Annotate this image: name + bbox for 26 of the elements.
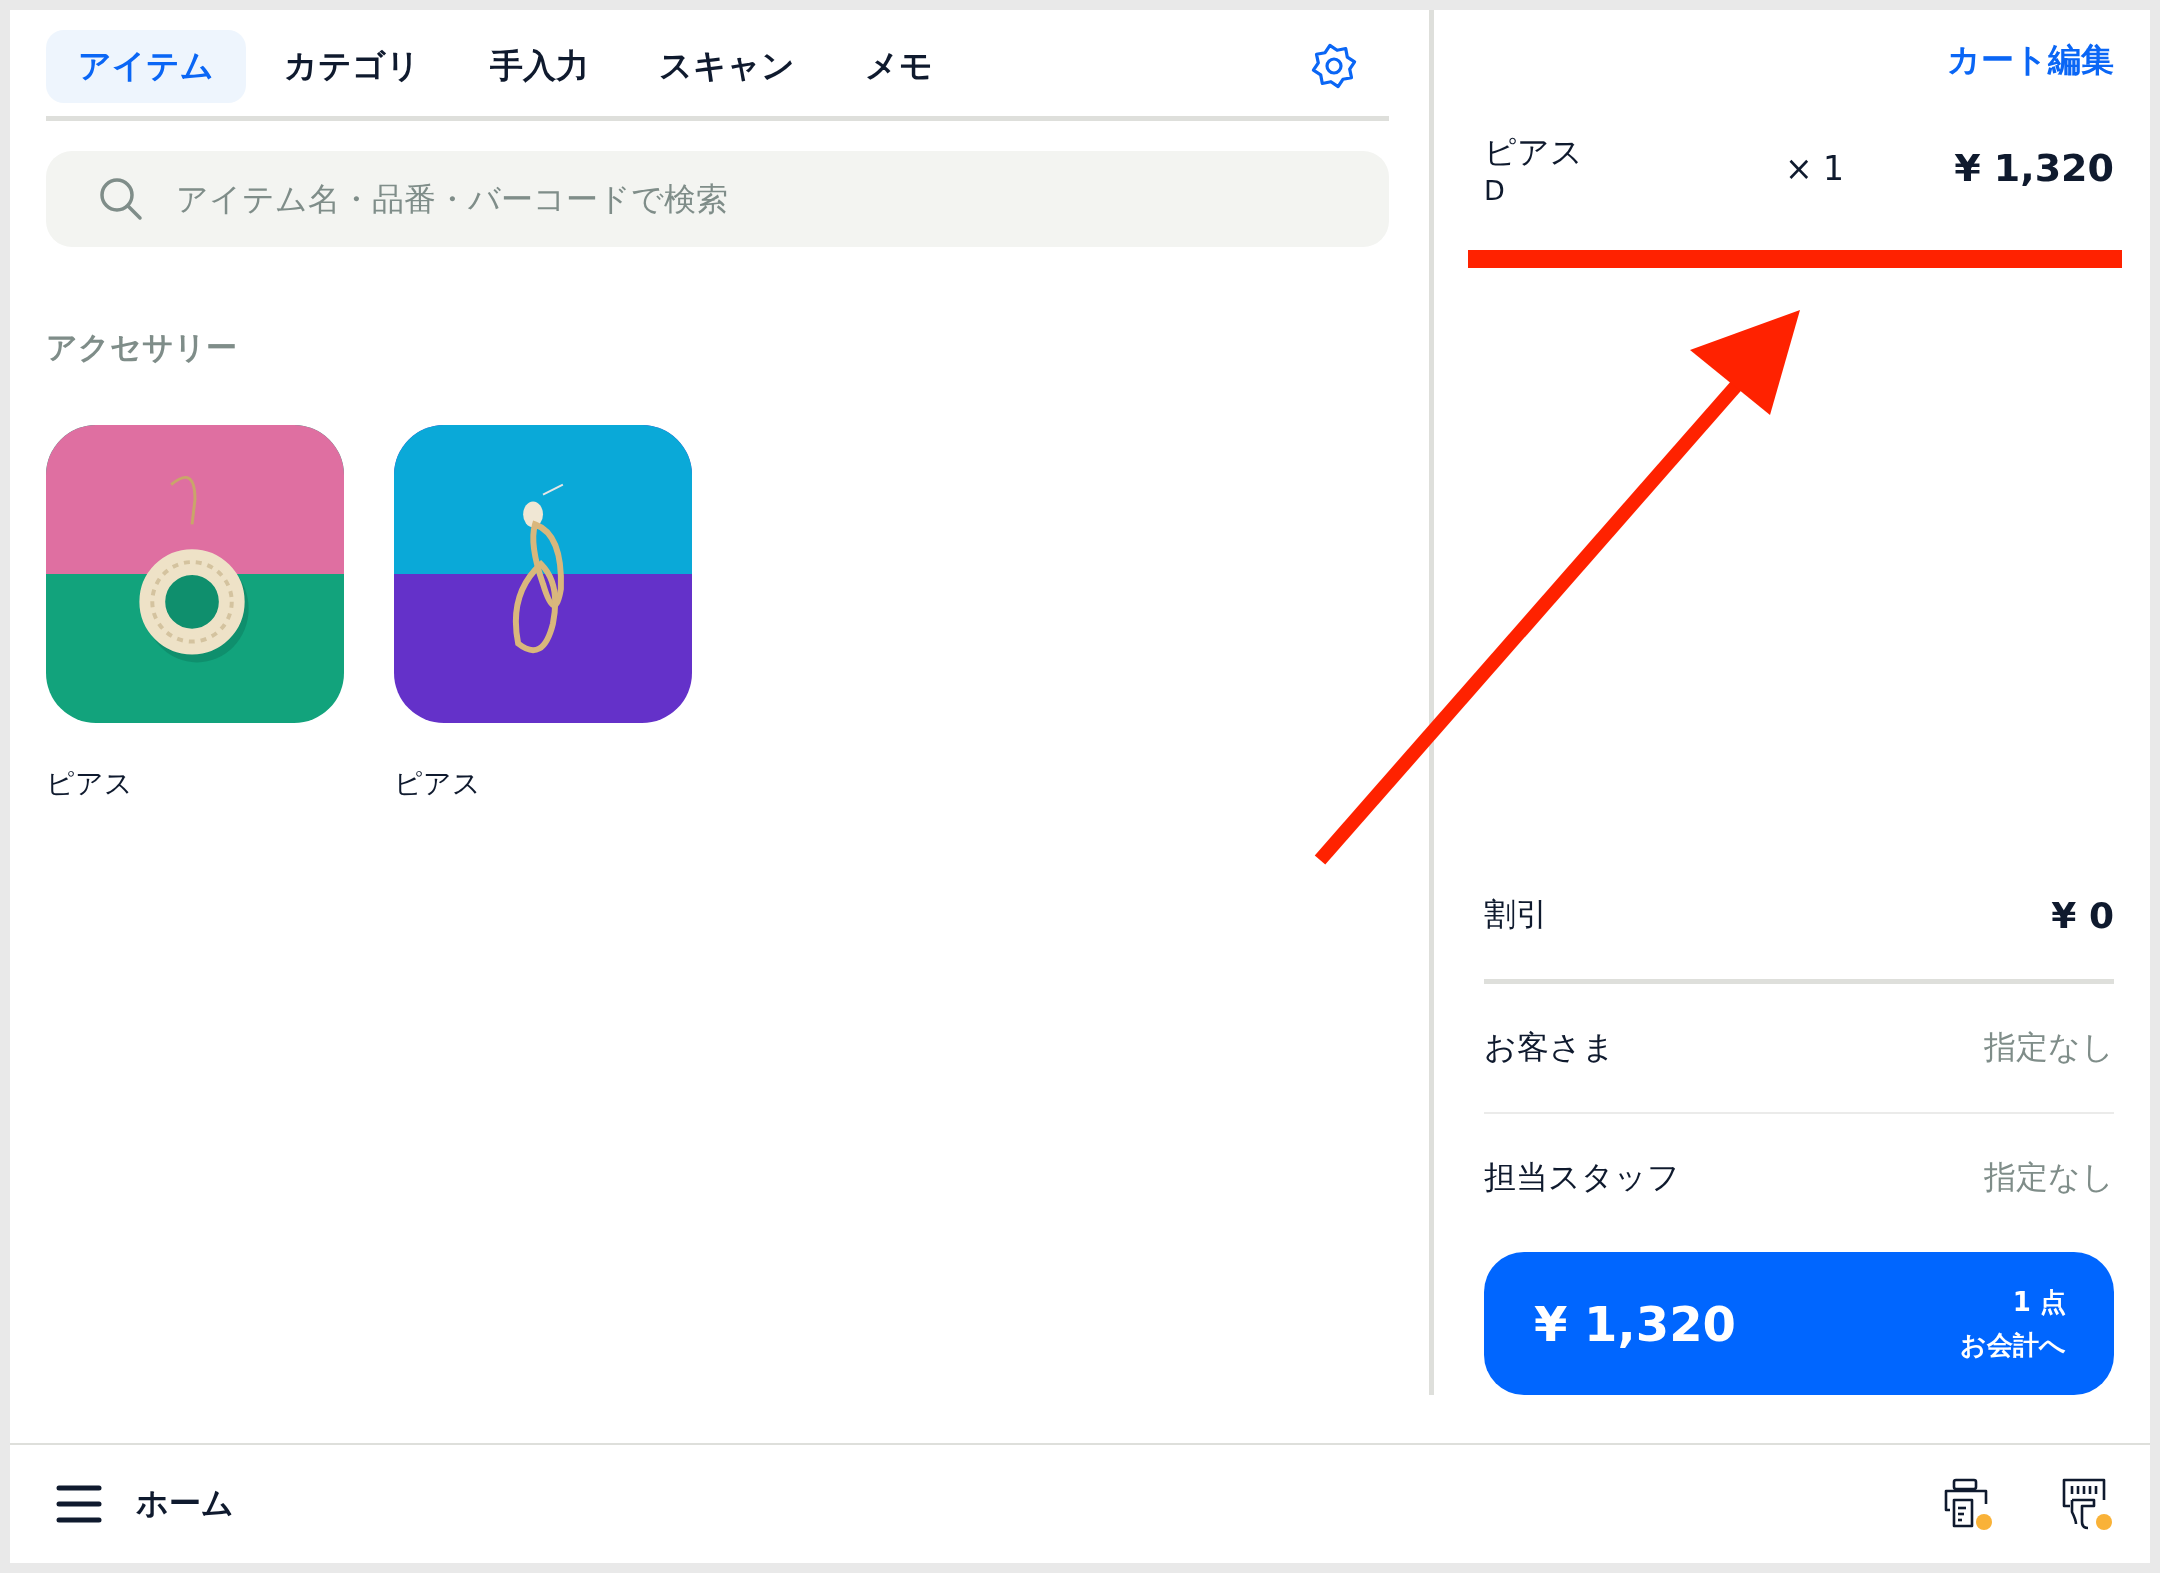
tab[interactable]: 手入力	[458, 29, 621, 103]
search-bar[interactable]: アイテム名・品番・バーコードで検索	[46, 151, 1389, 247]
staff-value: 指定なし	[1984, 1157, 2114, 1198]
staff-label: 担当スタッフ	[1484, 1157, 1680, 1198]
cart-item-price: ¥ 1,320	[1954, 146, 2114, 190]
checkout-button[interactable]: ¥ 1,320 1 点 お会計へ	[1484, 1252, 2114, 1395]
tab[interactable]: アイテム	[46, 29, 246, 103]
cart-item-variant: D	[1484, 174, 1506, 206]
search-field[interactable]: アイテム名・品番・バーコードで検索	[174, 179, 1389, 219]
item-name: ピアス	[394, 766, 482, 802]
menu-icon[interactable]	[56, 1484, 102, 1524]
customer-value: 指定なし	[1984, 1027, 2114, 1068]
section-title: アクセサリー	[46, 328, 238, 367]
edit-cart-link[interactable]: カート編集	[1947, 38, 2114, 83]
tab[interactable]: スキャン	[627, 29, 827, 103]
customer-label: お客さま	[1484, 1027, 1615, 1068]
discount-value: ¥ 0	[2051, 894, 2114, 936]
settings-icon[interactable]	[1309, 41, 1359, 91]
cart-item-quantity: × 1	[1785, 148, 1845, 188]
page-title: ホーム	[136, 1483, 234, 1524]
tab[interactable]: カテゴリ	[252, 29, 452, 103]
search-icon	[98, 176, 144, 222]
discount-label: 割引	[1484, 894, 1548, 935]
tab[interactable]: メモ	[833, 29, 965, 103]
cart-item-name: ピアス	[1484, 131, 1583, 173]
item-name: ピアス	[46, 766, 134, 802]
